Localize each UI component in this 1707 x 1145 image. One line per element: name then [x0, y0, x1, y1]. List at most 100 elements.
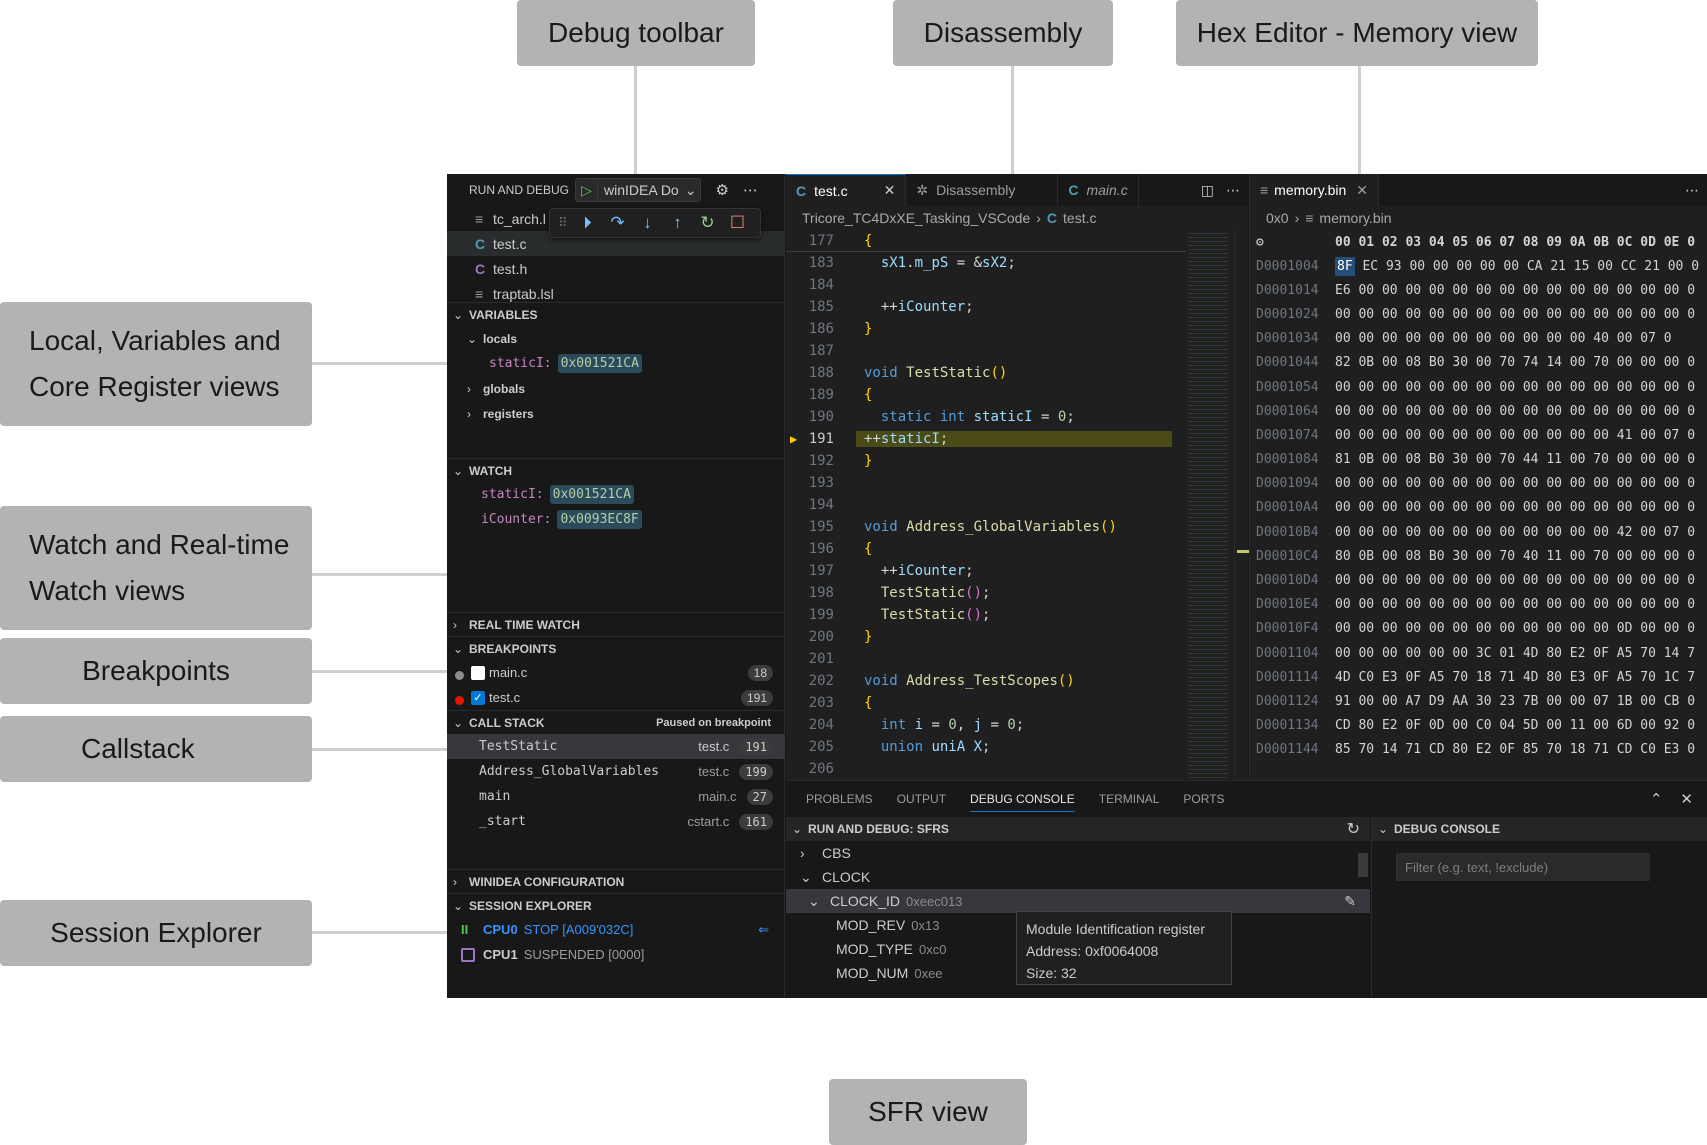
code-line[interactable]: 186}: [786, 318, 1186, 340]
hex-row[interactable]: D00010F4 00 00 00 00 00 00 00 00 00 00 00…: [1250, 617, 1707, 641]
breakpoint-item[interactable]: ✓ test.c 191: [447, 685, 785, 710]
refresh-icon[interactable]: ↻: [1347, 819, 1360, 839]
hex-bytes[interactable]: 00 00 00 00 00 3C 01 4D 80 E2 0F A5 70 1…: [1351, 646, 1695, 661]
code-line[interactable]: 200}: [786, 626, 1186, 648]
restart-icon[interactable]: ↻: [698, 213, 718, 233]
hex-bytes[interactable]: 00 00 00 00 00 00 00 00 00 00 00 42 00 0…: [1351, 525, 1695, 540]
hex-row[interactable]: D00010B4 00 00 00 00 00 00 00 00 00 00 00…: [1250, 520, 1707, 544]
code-line[interactable]: 205 union uniA X;: [786, 736, 1186, 758]
hex-byte[interactable]: 85: [1335, 742, 1351, 757]
code-line[interactable]: 177 {: [786, 230, 1186, 252]
breakpoint-current-icon[interactable]: ▶: [790, 432, 797, 446]
breakpoint-item[interactable]: main.c 18: [447, 660, 785, 685]
hex-row[interactable]: D0001034 00 00 00 00 00 00 00 00 00 00 00…: [1250, 327, 1707, 351]
winidea-configuration-section-header[interactable]: › WINIDEA CONFIGURATION: [447, 869, 785, 893]
drag-handle-icon[interactable]: ⠿: [558, 215, 568, 231]
hex-bytes[interactable]: 0B 00 08 B0 30 00 70 74 14 00 70 00 00 0…: [1351, 355, 1695, 370]
step-over-icon[interactable]: ↷: [608, 213, 628, 233]
hex-bytes[interactable]: C0 E3 0F A5 70 18 71 4D 80 E3 0F A5 70 1…: [1351, 670, 1695, 685]
code-line[interactable]: 188 void TestStatic(): [786, 362, 1186, 384]
sfr-group[interactable]: › CBS: [786, 841, 1370, 865]
breakpoints-section-header[interactable]: ⌄ BREAKPOINTS: [447, 636, 785, 660]
more-actions-icon[interactable]: ⋯: [743, 181, 758, 199]
code-line[interactable]: 206: [786, 758, 1186, 780]
hex-bytes[interactable]: 70 14 71 CD 80 E2 0F 85 70 18 71 CD C0 E…: [1351, 742, 1695, 757]
hex-row[interactable]: D0001054 00 00 00 00 00 00 00 00 00 00 00…: [1250, 375, 1707, 399]
breakpoint-checkbox[interactable]: [471, 665, 485, 680]
continue-icon[interactable]: ⏵: [578, 213, 598, 233]
hex-bytes[interactable]: 0B 00 08 B0 30 00 70 40 11 00 70 00 00 0…: [1351, 549, 1695, 564]
sfr-group[interactable]: ⌄ CLOCK: [786, 865, 1370, 889]
code-line[interactable]: 203 {: [786, 692, 1186, 714]
code-line[interactable]: 199 TestStatic();: [786, 604, 1186, 626]
code-line[interactable]: 198 TestStatic();: [786, 582, 1186, 604]
hex-bytes[interactable]: 00 00 00 00 00 00 00 00 00 00 00 00 00 0…: [1351, 283, 1695, 298]
hex-bytes[interactable]: 00 00 00 00 00 00 00 00 00 00 00 41 00 0…: [1351, 428, 1695, 443]
maximize-panel-icon[interactable]: ⌃: [1650, 790, 1663, 808]
hex-row[interactable]: D00010A4 00 00 00 00 00 00 00 00 00 00 00…: [1250, 496, 1707, 520]
hex-row[interactable]: D0001084 81 0B 00 08 B0 30 00 70 44 11 00…: [1250, 448, 1707, 472]
hex-bytes[interactable]: 00 00 00 00 00 00 00 00 00 00 00 00 00 0…: [1351, 597, 1695, 612]
hex-bytes[interactable]: 80 E2 0F 0D 00 C0 04 5D 00 11 00 6D 00 9…: [1351, 718, 1695, 733]
code-line[interactable]: 192}: [786, 450, 1186, 472]
hex-bytes[interactable]: 00 00 A7 D9 AA 30 23 7B 00 00 07 1B 00 C…: [1351, 694, 1695, 709]
hex-byte[interactable]: E6: [1335, 283, 1351, 298]
debug-config-select[interactable]: ▷ winIDEA Do ⌄: [575, 178, 702, 202]
hex-byte[interactable]: 00: [1335, 307, 1351, 322]
tab-problems[interactable]: PROBLEMS: [806, 792, 873, 806]
tab-terminal[interactable]: TERMINAL: [1099, 792, 1160, 806]
code-line[interactable]: 196 {: [786, 538, 1186, 560]
hex-row[interactable]: D00010E4 00 00 00 00 00 00 00 00 00 00 00…: [1250, 593, 1707, 617]
debug-console-filter-input[interactable]: [1396, 853, 1650, 881]
code-line[interactable]: 194: [786, 494, 1186, 516]
hex-row[interactable]: D00010C4 80 0B 00 08 B0 30 00 70 40 11 00…: [1250, 544, 1707, 568]
code-line[interactable]: 190 static int staticI = 0;: [786, 406, 1186, 428]
hex-byte[interactable]: 00: [1335, 500, 1351, 515]
cpu-row[interactable]: CPU1 SUSPENDED [0000]: [447, 942, 785, 967]
code-line[interactable]: 195 void Address_GlobalVariables(): [786, 516, 1186, 538]
hex-byte[interactable]: 00: [1335, 380, 1351, 395]
locals-node[interactable]: ⌄ locals: [447, 326, 785, 351]
hex-row[interactable]: D0001104 00 00 00 00 00 00 3C 01 4D 80 E2…: [1250, 641, 1707, 665]
hex-bytes[interactable]: 00 00 00 00 00 00 00 00 00 00 00 0D 00 0…: [1351, 621, 1695, 636]
sfr-scrollbar[interactable]: [1358, 853, 1368, 877]
close-icon[interactable]: ✕: [1356, 182, 1368, 199]
tab-disassembly[interactable]: ✲ Disassembly: [906, 174, 1059, 206]
hex-bytes[interactable]: 00 00 00 00 00 00 00 00 00 00 00 00 00 0…: [1351, 404, 1695, 419]
hex-byte[interactable]: 00: [1335, 621, 1351, 636]
code-line[interactable]: 202 void Address_TestScopes(): [786, 670, 1186, 692]
variable-row[interactable]: staticI: 0x001521CA: [447, 351, 785, 376]
variables-section-header[interactable]: ⌄ VARIABLES: [447, 302, 785, 326]
sfr-header[interactable]: ⌄ RUN AND DEBUG: SFRS ↻: [786, 817, 1370, 841]
hex-row[interactable]: D0001064 00 00 00 00 00 00 00 00 00 00 00…: [1250, 399, 1707, 423]
stack-frame[interactable]: main main.c 27: [447, 784, 785, 809]
more-actions-icon[interactable]: ⋯: [1685, 182, 1699, 199]
hex-byte[interactable]: 80: [1335, 549, 1351, 564]
tab-debug-console[interactable]: DEBUG CONSOLE: [970, 792, 1075, 812]
hex-bytes[interactable]: 00 00 00 00 00 00 00 00 00 00 00 00 00 0…: [1351, 573, 1695, 588]
code-line[interactable]: 185 ++iCounter;: [786, 296, 1186, 318]
sfr-register[interactable]: ⌄ CLOCK_ID 0xeec013 ✎: [786, 889, 1370, 913]
code-area[interactable]: 177 {183 sX1.m_pS = &sX2; 184 185 ++iCounte…: [786, 230, 1186, 780]
hex-bytes[interactable]: 00 00 00 00 00 00 00 00 00 00 00 00 00 0…: [1351, 380, 1695, 395]
gear-icon[interactable]: ⚙: [1250, 235, 1335, 250]
stack-frame[interactable]: Address_GlobalVariables test.c 199: [447, 759, 785, 784]
code-line[interactable]: 183 sX1.m_pS = &sX2;: [786, 252, 1186, 274]
session-explorer-section-header[interactable]: ⌄ SESSION EXPLORER: [447, 893, 785, 917]
close-panel-icon[interactable]: ✕: [1680, 790, 1693, 808]
hex-byte[interactable]: 81: [1335, 452, 1351, 467]
tab-ports[interactable]: PORTS: [1183, 792, 1224, 806]
more-actions-icon[interactable]: ⋯: [1226, 182, 1240, 199]
code-line[interactable]: 189 {: [786, 384, 1186, 406]
editor-scrollbar[interactable]: [1234, 230, 1249, 780]
code-line[interactable]: 204 int i = 0, j = 0;: [786, 714, 1186, 736]
gear-icon[interactable]: ⚙: [715, 181, 728, 199]
hex-byte[interactable]: 4D: [1335, 670, 1351, 685]
tab-test-c[interactable]: Ctest.c ✕: [786, 174, 907, 206]
hex-row[interactable]: D0001134 CD 80 E2 0F 0D 00 C0 04 5D 00 11…: [1250, 714, 1707, 738]
stack-frame[interactable]: TestStatic test.c 191: [447, 734, 785, 759]
hex-row[interactable]: D0001144 85 70 14 71 CD 80 E2 0F 85 70 18…: [1250, 738, 1707, 762]
hex-bytes[interactable]: 00 00 00 00 00 00 00 00 00 00 00 00 00 0…: [1351, 307, 1695, 322]
close-icon[interactable]: ✕: [884, 182, 896, 199]
hex-byte[interactable]: CD: [1335, 718, 1351, 733]
